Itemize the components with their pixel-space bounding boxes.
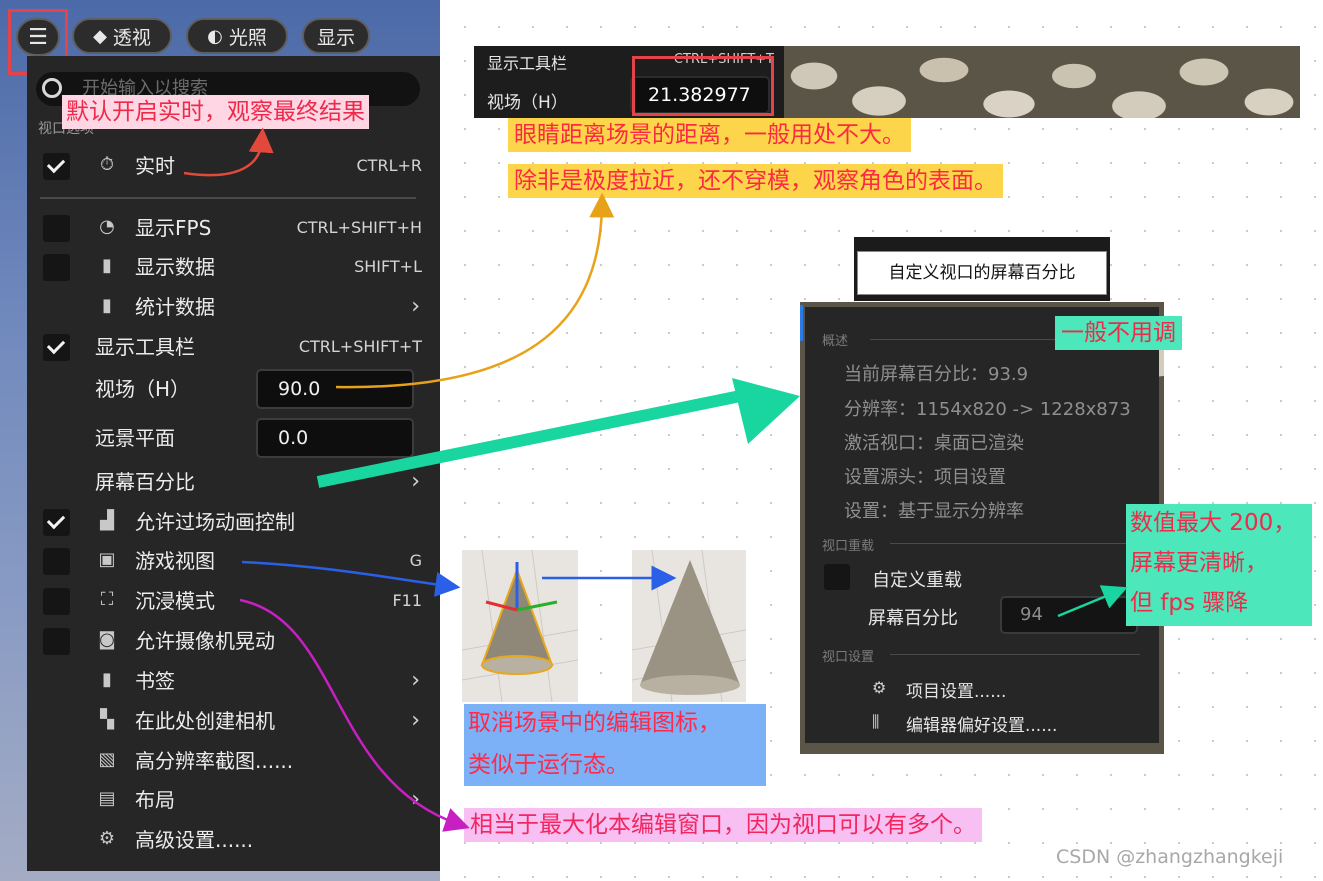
annotation-arrows [183, 127, 1128, 832]
arrow-fov [335, 192, 615, 389]
arrow-screen-pct-value [1057, 585, 1128, 618]
arrow-screen-pct-head [732, 378, 800, 444]
arrow-game-view [241, 560, 461, 597]
arrow-realtime [183, 127, 274, 177]
arrow-immersive [239, 598, 470, 832]
arrow-screen-pct [316, 386, 762, 488]
